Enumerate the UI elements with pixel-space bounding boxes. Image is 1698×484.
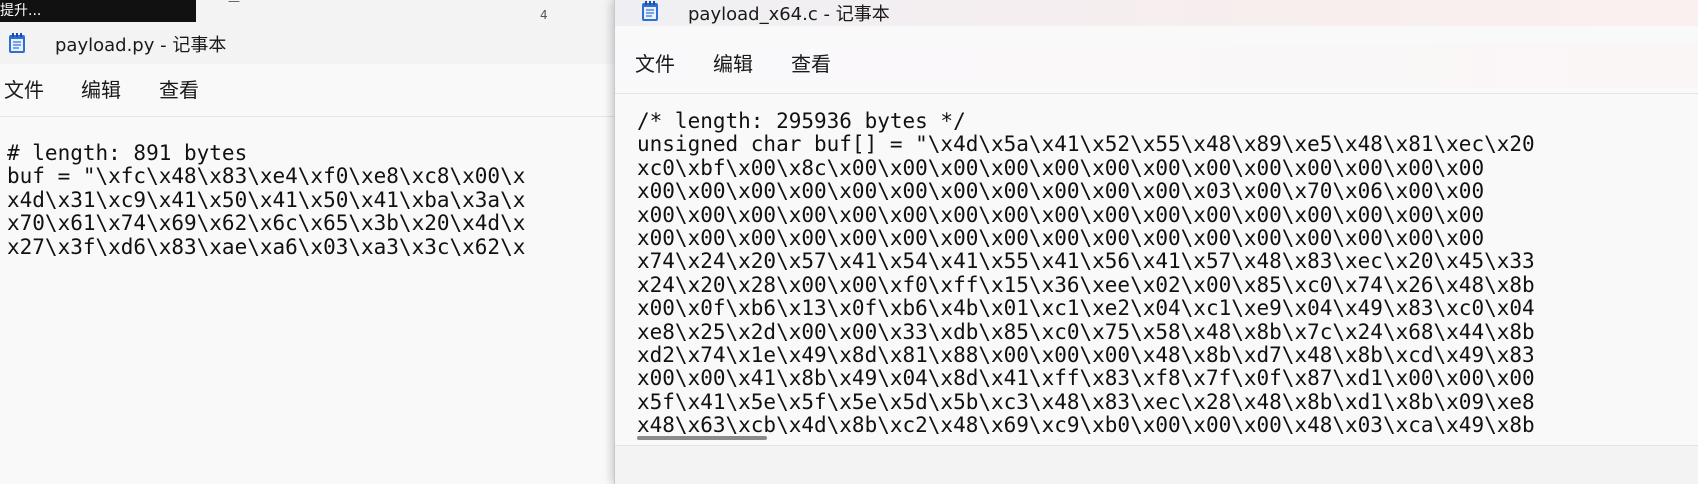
code-line: x00\x00\x00\x00\x00\x00\x00\x00\x00\x00\…	[637, 179, 1485, 204]
code-line: xc0\xbf\x00\x8c\x00\x00\x00\x00\x00\x00\…	[637, 155, 1485, 180]
background-taskbar-label: 提升...	[0, 0, 196, 22]
code-line: x74\x24\x20\x57\x41\x54\x41\x55\x41\x56\…	[637, 249, 1535, 274]
title-bar[interactable]: payload_x64.c - 记事本	[615, 0, 1698, 26]
code-line: x5f\x41\x5e\x5f\x5e\x5d\x5b\xc3\x48\x83\…	[637, 389, 1535, 414]
code-line: x27\x3f\xd6\x83\xae\xa6\x03\xa3\x3c\x62\…	[7, 234, 526, 259]
code-line: x70\x61\x74\x69\x62\x6c\x65\x3b\x20\x4d\…	[7, 211, 526, 236]
text-editor[interactable]: # length: 891 bytes buf = "\xfc\x48\x83\…	[0, 118, 620, 484]
window-title: payload.py - 记事本	[55, 35, 227, 56]
background-mark-1: —	[228, 0, 240, 8]
code-line: /* length: 295936 bytes */	[637, 109, 966, 133]
menu-divider	[0, 116, 620, 117]
menu-bar: 文件 编辑 查看	[615, 44, 1698, 88]
code-line: x00\x00\x41\x8b\x49\x04\x8d\x41\xff\x83\…	[637, 366, 1535, 391]
code-line: x48\x63\xcb\x4d\x8b\xc2\x48\x69\xc9\xb0\…	[637, 413, 1535, 438]
background-label-text: 提升...	[0, 3, 42, 19]
menu-view[interactable]: 查看	[159, 70, 199, 110]
window-title: payload_x64.c - 记事本	[688, 4, 890, 25]
menu-edit[interactable]: 编辑	[713, 44, 753, 84]
status-area	[615, 436, 1698, 484]
code-line: unsigned char buf[] = "\x4d\x5a\x41\x52\…	[637, 132, 1535, 157]
code-line: x00\x00\x00\x00\x00\x00\x00\x00\x00\x00\…	[637, 202, 1485, 227]
code-line: xd2\x74\x1e\x49\x8d\x81\x88\x00\x00\x00\…	[637, 343, 1535, 368]
code-line: xe8\x25\x2d\x00\x00\x33\xdb\x85\xc0\x75\…	[637, 319, 1535, 344]
background-window-strip: 提升... — 4	[0, 0, 640, 22]
menu-view[interactable]: 查看	[791, 44, 831, 84]
editor-text: /* length: 295936 bytes */ unsigned char…	[637, 109, 1535, 438]
code-line: x00\x0f\xb6\x13\x0f\xb6\x4b\x01\xc1\xe2\…	[637, 296, 1535, 321]
text-editor[interactable]: /* length: 295936 bytes */ unsigned char…	[615, 94, 1698, 446]
code-line: buf = "\xfc\x48\x83\xe4\xf0\xe8\xc8\x00\…	[7, 164, 526, 189]
editor-text: # length: 891 bytes buf = "\xfc\x48\x83\…	[7, 141, 526, 259]
horizontal-scrollbar-thumb[interactable]	[637, 436, 767, 440]
code-line: x4d\x31\xc9\x41\x50\x41\x50\x41\xba\x3a\…	[7, 187, 526, 212]
menu-edit[interactable]: 编辑	[81, 70, 121, 110]
background-mark-2: 4	[540, 8, 548, 22]
title-bar[interactable]: payload.py - 记事本	[0, 22, 620, 64]
code-line: x00\x00\x00\x00\x00\x00\x00\x00\x00\x00\…	[637, 226, 1485, 251]
menu-file[interactable]: 文件	[4, 70, 44, 110]
notepad-window-payload-py[interactable]: payload.py - 记事本 文件 编辑 查看 # length: 891 …	[0, 22, 620, 484]
menu-bar: 文件 编辑 查看	[0, 70, 620, 114]
notepad-window-payload-x64-c[interactable]: payload_x64.c - 记事本 文件 编辑 查看 /* length: …	[614, 0, 1698, 484]
notepad-icon	[642, 1, 658, 21]
menu-file[interactable]: 文件	[635, 44, 675, 84]
code-line: # length: 891 bytes	[7, 141, 248, 165]
code-line: x24\x20\x28\x00\x00\xf0\xff\x15\x36\xee\…	[637, 272, 1535, 297]
notepad-icon	[9, 33, 25, 53]
